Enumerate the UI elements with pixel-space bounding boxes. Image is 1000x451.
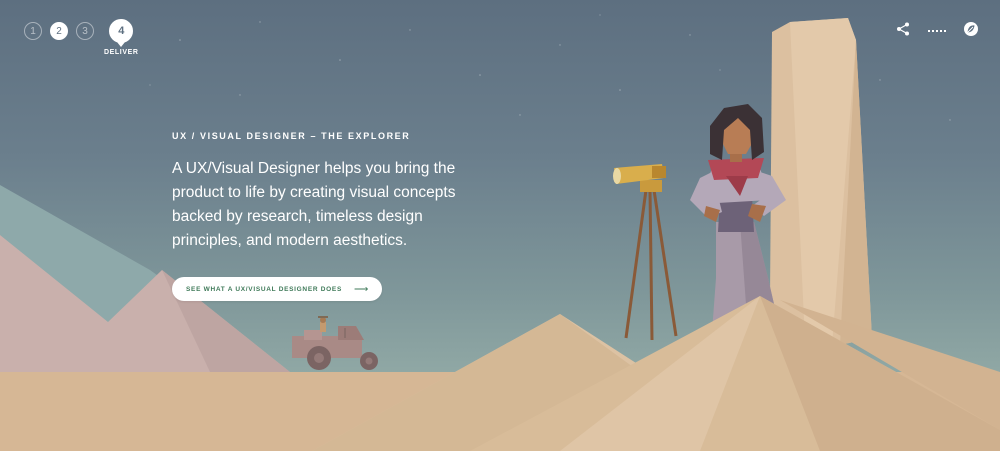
step-4-group: 4 DELIVER bbox=[104, 19, 139, 56]
hero-eyebrow: UX / VISUAL DESIGNER – THE EXPLORER bbox=[172, 131, 411, 141]
progress-steps: 1 2 3 4 DELIVER bbox=[24, 19, 139, 56]
step-1-button[interactable]: 1 bbox=[24, 22, 42, 40]
arrow-right-icon: ⟶ bbox=[353, 283, 369, 295]
hero-description: A UX/Visual Designer helps you bring the… bbox=[172, 160, 456, 249]
desert-illustration bbox=[0, 14, 1000, 451]
tractor bbox=[292, 316, 378, 370]
hero-content: UX / VISUAL DESIGNER – THE EXPLORER A UX… bbox=[172, 131, 492, 301]
leaf-logo-icon[interactable] bbox=[962, 20, 980, 38]
hero-scene: 1 2 3 4 DELIVER UX / VISUAL DESIGNER – T… bbox=[0, 0, 1000, 451]
top-right-toolbar bbox=[894, 20, 980, 38]
step-2-button[interactable]: 2 bbox=[50, 22, 68, 40]
step-3-button[interactable]: 3 bbox=[76, 22, 94, 40]
step-active-label: DELIVER bbox=[104, 49, 139, 56]
see-role-button[interactable]: SEE WHAT A UX/VISUAL DESIGNER DOES ⟶ bbox=[172, 277, 383, 301]
cta-label: SEE WHAT A UX/VISUAL DESIGNER DOES bbox=[186, 285, 342, 293]
more-dots-icon[interactable] bbox=[928, 20, 946, 38]
step-4-button[interactable]: 4 bbox=[109, 19, 134, 47]
share-icon[interactable] bbox=[894, 20, 912, 38]
telescope bbox=[613, 164, 678, 341]
